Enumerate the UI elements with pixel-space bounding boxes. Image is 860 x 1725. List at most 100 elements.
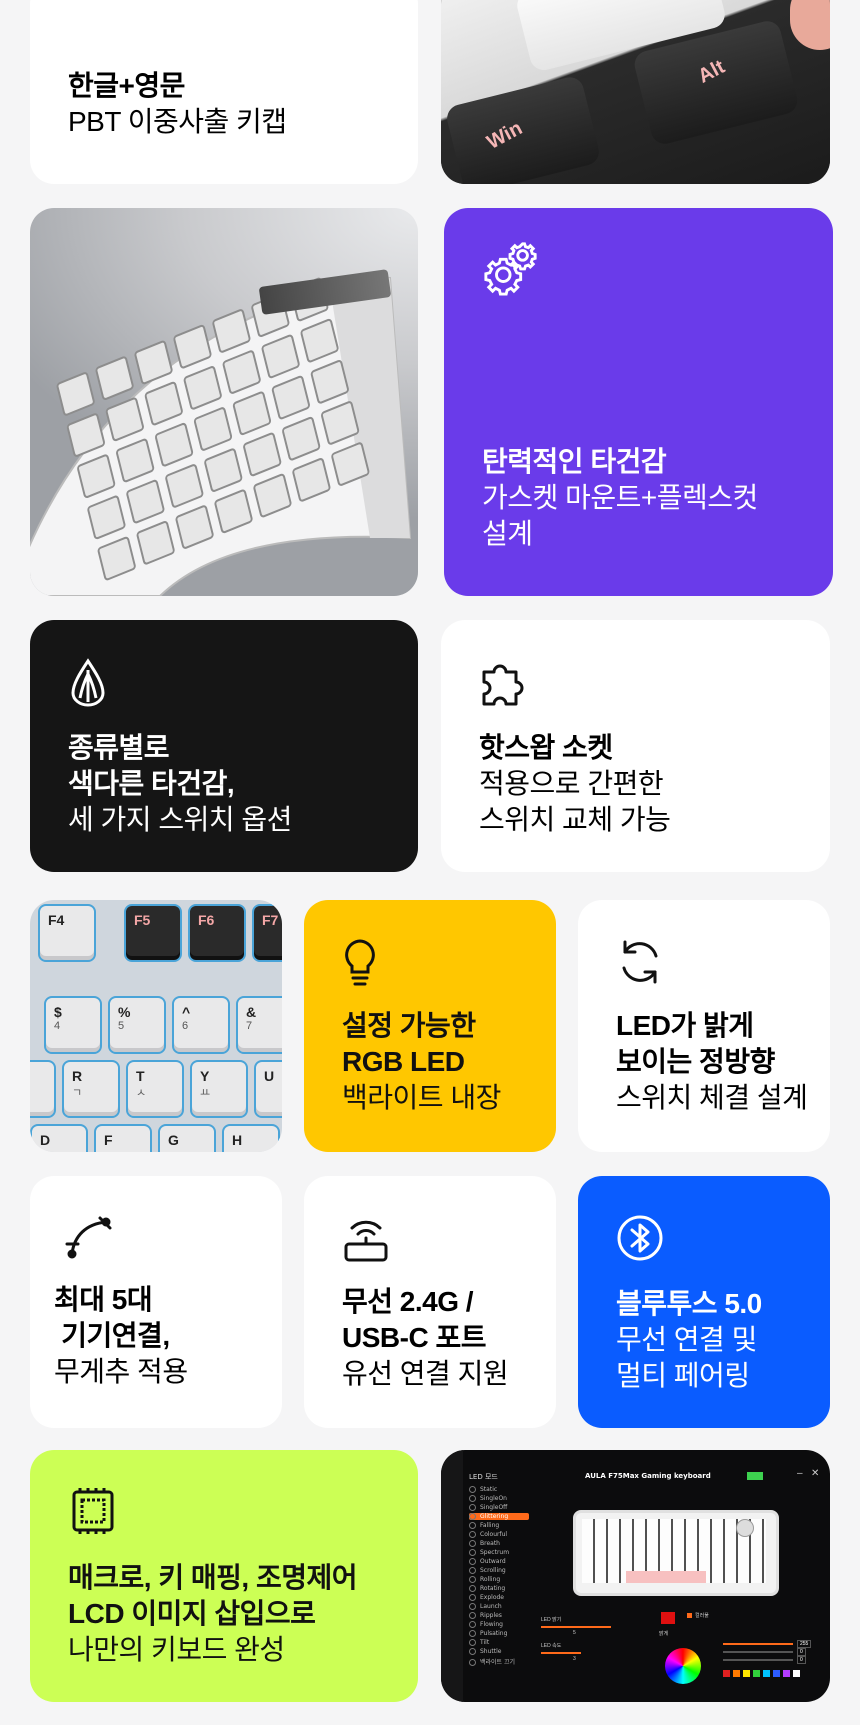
multi-device-title-1: 최대 5대 bbox=[54, 1284, 153, 1315]
key-f6: F6 bbox=[188, 904, 246, 962]
multi-device-card: 최대 5대 기기연결, 무게추 적용 bbox=[30, 1176, 282, 1428]
north-facing-card: LED가 밝게 보이는 정방향 스위치 체결 설계 bbox=[578, 900, 830, 1152]
bluetooth-desc-1: 무선 연결 및 bbox=[616, 1324, 757, 1355]
mode-item[interactable]: Shuttle bbox=[469, 1648, 501, 1655]
key-h-label: H bbox=[232, 1132, 243, 1148]
checkbox-label: 컬러풀 bbox=[695, 1613, 709, 1619]
mode-item[interactable]: SingleOn bbox=[469, 1495, 507, 1502]
keycap-photo: Win Alt ㄱ bbox=[441, 0, 830, 184]
key-7-bottom: 7 bbox=[246, 1020, 253, 1032]
colorful-checkbox[interactable] bbox=[687, 1613, 692, 1618]
palette-swatch[interactable] bbox=[733, 1670, 740, 1677]
rgb-value-g[interactable]: 0 bbox=[797, 1648, 806, 1656]
north-facing-desc: 스위치 체결 설계 bbox=[616, 1082, 808, 1113]
key-f7-label: F7 bbox=[262, 912, 279, 928]
mode-item[interactable]: Colourful bbox=[469, 1531, 507, 1538]
palette-swatch[interactable] bbox=[753, 1670, 760, 1677]
brightness-value: 5 bbox=[573, 1630, 576, 1636]
key-7-top: & bbox=[246, 1004, 257, 1020]
wireless-card: 무선 2.4G / USB-C 포트 유선 연결 지원 bbox=[304, 1176, 556, 1428]
key-r-top: R bbox=[72, 1068, 83, 1084]
key-u-top: U bbox=[264, 1068, 275, 1084]
chip-icon bbox=[70, 1488, 116, 1534]
mode-item[interactable]: Rolling bbox=[469, 1576, 500, 1583]
software-panel-title: LED 모드 bbox=[469, 1473, 498, 1481]
key-t: Tㅅ bbox=[126, 1060, 184, 1118]
key-5-top: % bbox=[118, 1004, 131, 1020]
palette-swatch[interactable] bbox=[723, 1670, 730, 1677]
software-screenshot: LED 모드 AULA F75Max Gaming keyboard ✕ – S… bbox=[441, 1450, 830, 1702]
key-4-bottom: 4 bbox=[54, 1020, 61, 1032]
rgb-title-1: 설정 가능한 bbox=[342, 1010, 476, 1041]
mode-item[interactable]: Tilt bbox=[469, 1639, 489, 1646]
color-wheel[interactable] bbox=[665, 1648, 701, 1684]
software-desc: 나만의 키보드 완성 bbox=[68, 1634, 285, 1665]
key-4-top: $ bbox=[54, 1004, 62, 1020]
software-card: 매크로, 키 매핑, 조명제어 LCD 이미지 삽입으로 나만의 키보드 완성 bbox=[30, 1450, 418, 1702]
rgb-slider-b[interactable] bbox=[723, 1659, 793, 1661]
hotswap-desc-2: 스위치 교체 가능 bbox=[479, 804, 671, 835]
hotswap-card: 핫스왑 소켓 적용으로 간편한 스위치 교체 가능 bbox=[441, 620, 830, 872]
palette-swatch[interactable] bbox=[793, 1670, 800, 1677]
palette-swatch[interactable] bbox=[763, 1670, 770, 1677]
software-title-1: 매크로, 키 매핑, 조명제어 bbox=[68, 1562, 358, 1593]
rgb-slider-r[interactable] bbox=[723, 1643, 793, 1645]
wireless-desc: 유선 연결 지원 bbox=[342, 1358, 509, 1389]
speed-label: LED 속도 bbox=[541, 1643, 562, 1649]
key-6-top: ^ bbox=[182, 1004, 191, 1020]
close-icon[interactable]: ✕ bbox=[811, 1468, 819, 1479]
hotswap-title: 핫스왑 소켓 bbox=[479, 732, 613, 763]
gasket-desc-1: 가스켓 마운트+플렉스컷 bbox=[482, 482, 758, 513]
key-4: $4 bbox=[44, 996, 102, 1054]
key-t-top: T bbox=[136, 1068, 145, 1084]
key-7: & 7 bbox=[236, 996, 282, 1054]
key-f5-label: F5 bbox=[134, 912, 151, 928]
rgb-value-r[interactable]: 255 bbox=[797, 1640, 812, 1648]
mode-item[interactable]: Static bbox=[469, 1486, 497, 1493]
mode-item[interactable]: Falling bbox=[469, 1522, 499, 1529]
key-f5: F5 bbox=[124, 904, 182, 962]
color-label: 밝게 bbox=[659, 1631, 669, 1637]
color-swatch[interactable] bbox=[661, 1612, 675, 1624]
mode-item[interactable]: Pulsating bbox=[469, 1630, 507, 1637]
rgb-slider-g[interactable] bbox=[723, 1651, 793, 1653]
mode-item-selected[interactable]: Glittering bbox=[469, 1513, 529, 1520]
router-icon bbox=[342, 1216, 390, 1264]
minimize-icon[interactable]: – bbox=[797, 1468, 803, 1479]
gasket-desc-2: 설계 bbox=[482, 518, 533, 549]
software-battery bbox=[747, 1472, 763, 1480]
puzzle-icon bbox=[479, 658, 529, 708]
switch-types-title-1: 종류별로 bbox=[68, 732, 170, 763]
bluetooth-icon bbox=[616, 1214, 664, 1262]
software-title-2: LCD 이미지 삽입으로 bbox=[68, 1598, 316, 1629]
key-f6-label: F6 bbox=[198, 912, 215, 928]
mode-item[interactable]: Launch bbox=[469, 1603, 502, 1610]
key-e: Eㄷ bbox=[30, 1060, 56, 1118]
mode-item[interactable]: Spectrum bbox=[469, 1549, 509, 1556]
palette-swatch[interactable] bbox=[743, 1670, 750, 1677]
mode-item[interactable]: Outward bbox=[469, 1558, 506, 1565]
mode-item[interactable]: Scrolling bbox=[469, 1567, 506, 1574]
mode-item[interactable]: SingleOff bbox=[469, 1504, 507, 1511]
key-5-bottom: 5 bbox=[118, 1020, 125, 1032]
mode-item[interactable]: 백라이트 끄기 bbox=[469, 1657, 515, 1666]
mode-item[interactable]: Flowing bbox=[469, 1621, 503, 1628]
software-keyboard-preview bbox=[573, 1510, 779, 1596]
mode-item[interactable]: Rotating bbox=[469, 1585, 505, 1592]
mode-item[interactable]: Explode bbox=[469, 1594, 504, 1601]
key-r-bottom: ㄱ bbox=[72, 1087, 83, 1099]
palette-swatch[interactable] bbox=[773, 1670, 780, 1677]
speed-slider[interactable] bbox=[541, 1652, 581, 1654]
rgb-value-b[interactable]: 0 bbox=[797, 1656, 806, 1664]
key-f: F bbox=[94, 1124, 152, 1152]
key-y-bottom: ㅛ bbox=[200, 1087, 211, 1099]
software-app-title: AULA F75Max Gaming keyboard bbox=[585, 1472, 711, 1480]
mode-item[interactable]: Breath bbox=[469, 1540, 500, 1547]
brightness-slider[interactable] bbox=[541, 1626, 611, 1628]
key-6: ^ 6 bbox=[172, 996, 230, 1054]
palette-swatch[interactable] bbox=[783, 1670, 790, 1677]
hotswap-desc-1: 적용으로 간편한 bbox=[479, 768, 664, 799]
north-facing-title-2: 보이는 정방향 bbox=[616, 1046, 775, 1077]
key-f7: F7 bbox=[252, 904, 282, 962]
mode-item[interactable]: Ripples bbox=[469, 1612, 502, 1619]
